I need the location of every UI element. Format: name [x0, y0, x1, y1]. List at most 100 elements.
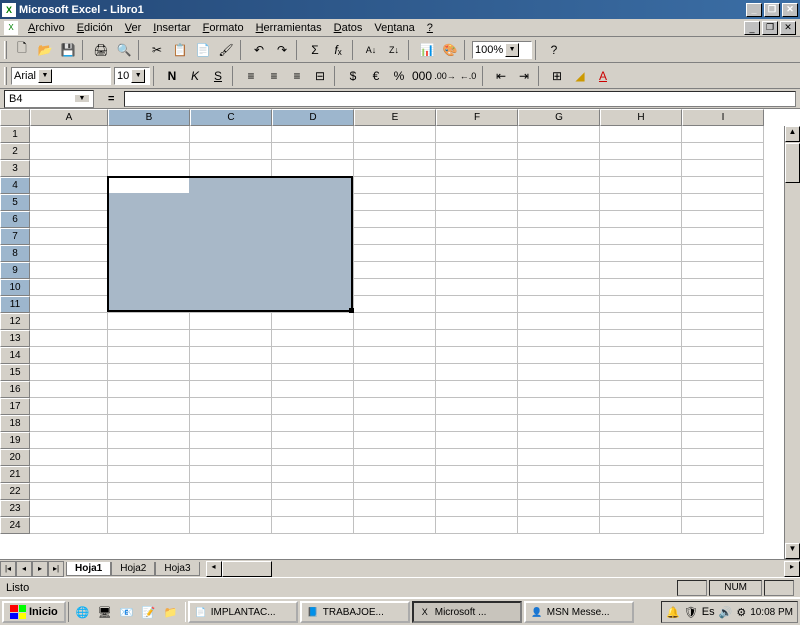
cell-F6[interactable] — [436, 211, 518, 228]
cell-G14[interactable] — [518, 347, 600, 364]
scroll-right-button[interactable]: ▸ — [784, 561, 800, 577]
cell-H17[interactable] — [600, 398, 682, 415]
cell-I2[interactable] — [682, 143, 764, 160]
cell-H2[interactable] — [600, 143, 682, 160]
cell-G8[interactable] — [518, 245, 600, 262]
cell-G2[interactable] — [518, 143, 600, 160]
increase-decimal-button[interactable]: .00→ — [434, 65, 456, 87]
row-header-9[interactable]: 9 — [0, 262, 30, 279]
cell-I10[interactable] — [682, 279, 764, 296]
chevron-down-icon[interactable]: ▼ — [75, 95, 89, 102]
row-header-19[interactable]: 19 — [0, 432, 30, 449]
autosum-button[interactable]: Σ — [304, 39, 326, 61]
cell-A20[interactable] — [30, 449, 108, 466]
cell-F15[interactable] — [436, 364, 518, 381]
cell-I16[interactable] — [682, 381, 764, 398]
cell-C8[interactable] — [190, 245, 272, 262]
cell-C19[interactable] — [190, 432, 272, 449]
scroll-thumb[interactable] — [222, 561, 272, 577]
column-header-H[interactable]: H — [600, 109, 682, 126]
cell-G22[interactable] — [518, 483, 600, 500]
cell-C24[interactable] — [190, 517, 272, 534]
cell-F10[interactable] — [436, 279, 518, 296]
cell-I17[interactable] — [682, 398, 764, 415]
cell-I9[interactable] — [682, 262, 764, 279]
select-all-corner[interactable] — [0, 109, 30, 126]
mdi-restore-button[interactable]: ❐ — [762, 21, 778, 35]
cell-G7[interactable] — [518, 228, 600, 245]
cell-C20[interactable] — [190, 449, 272, 466]
cell-A13[interactable] — [30, 330, 108, 347]
last-sheet-button[interactable]: ▸| — [48, 561, 64, 577]
cell-E12[interactable] — [354, 313, 436, 330]
cell-I14[interactable] — [682, 347, 764, 364]
cell-I1[interactable] — [682, 126, 764, 143]
euro-button[interactable]: € — [365, 65, 387, 87]
cell-A23[interactable] — [30, 500, 108, 517]
column-header-E[interactable]: E — [354, 109, 436, 126]
cell-B3[interactable] — [108, 160, 190, 177]
cell-H19[interactable] — [600, 432, 682, 449]
column-header-I[interactable]: I — [682, 109, 764, 126]
cut-button[interactable]: ✂ — [146, 39, 168, 61]
cell-C17[interactable] — [190, 398, 272, 415]
cell-E20[interactable] — [354, 449, 436, 466]
row-header-6[interactable]: 6 — [0, 211, 30, 228]
row-header-15[interactable]: 15 — [0, 364, 30, 381]
cell-G3[interactable] — [518, 160, 600, 177]
cell-D18[interactable] — [272, 415, 354, 432]
cell-D9[interactable] — [272, 262, 354, 279]
scroll-down-button[interactable]: ▼ — [785, 543, 800, 559]
cell-A16[interactable] — [30, 381, 108, 398]
column-header-C[interactable]: C — [190, 109, 272, 126]
menu-ventana[interactable]: Ventana — [368, 21, 420, 35]
cell-G11[interactable] — [518, 296, 600, 313]
cell-C2[interactable] — [190, 143, 272, 160]
cell-I3[interactable] — [682, 160, 764, 177]
cell-G13[interactable] — [518, 330, 600, 347]
font-color-button[interactable]: A — [592, 65, 614, 87]
cell-H3[interactable] — [600, 160, 682, 177]
cell-C21[interactable] — [190, 466, 272, 483]
sheet-tab-hoja2[interactable]: Hoja2 — [111, 562, 155, 576]
cell-E22[interactable] — [354, 483, 436, 500]
paste-button[interactable]: 📄 — [192, 39, 214, 61]
cell-B21[interactable] — [108, 466, 190, 483]
menu-?[interactable]: ? — [421, 21, 439, 35]
row-header-2[interactable]: 2 — [0, 143, 30, 160]
scroll-left-button[interactable]: ◂ — [206, 561, 222, 577]
cell-D3[interactable] — [272, 160, 354, 177]
cell-H9[interactable] — [600, 262, 682, 279]
row-header-8[interactable]: 8 — [0, 245, 30, 262]
cell-D13[interactable] — [272, 330, 354, 347]
tray-icon[interactable]: 🔔 — [666, 606, 680, 619]
cell-B15[interactable] — [108, 364, 190, 381]
column-header-D[interactable]: D — [272, 109, 354, 126]
cell-C14[interactable] — [190, 347, 272, 364]
cell-C18[interactable] — [190, 415, 272, 432]
decrease-indent-button[interactable]: ⇤ — [490, 65, 512, 87]
cell-F11[interactable] — [436, 296, 518, 313]
cell-F24[interactable] — [436, 517, 518, 534]
fill-color-button[interactable]: ◢ — [569, 65, 591, 87]
cell-F9[interactable] — [436, 262, 518, 279]
vertical-scrollbar[interactable]: ▲ ▼ — [784, 126, 800, 559]
next-sheet-button[interactable]: ▸ — [32, 561, 48, 577]
cell-B6[interactable] — [108, 211, 190, 228]
cell-F22[interactable] — [436, 483, 518, 500]
cell-I4[interactable] — [682, 177, 764, 194]
formula-input[interactable] — [124, 91, 796, 107]
cell-C22[interactable] — [190, 483, 272, 500]
cell-C6[interactable] — [190, 211, 272, 228]
cell-F19[interactable] — [436, 432, 518, 449]
row-header-14[interactable]: 14 — [0, 347, 30, 364]
cell-D11[interactable] — [272, 296, 354, 313]
cell-G9[interactable] — [518, 262, 600, 279]
cell-H13[interactable] — [600, 330, 682, 347]
cell-H16[interactable] — [600, 381, 682, 398]
cell-D17[interactable] — [272, 398, 354, 415]
cell-D5[interactable] — [272, 194, 354, 211]
menu-ver[interactable]: Ver — [119, 21, 148, 35]
cell-C9[interactable] — [190, 262, 272, 279]
cell-F16[interactable] — [436, 381, 518, 398]
